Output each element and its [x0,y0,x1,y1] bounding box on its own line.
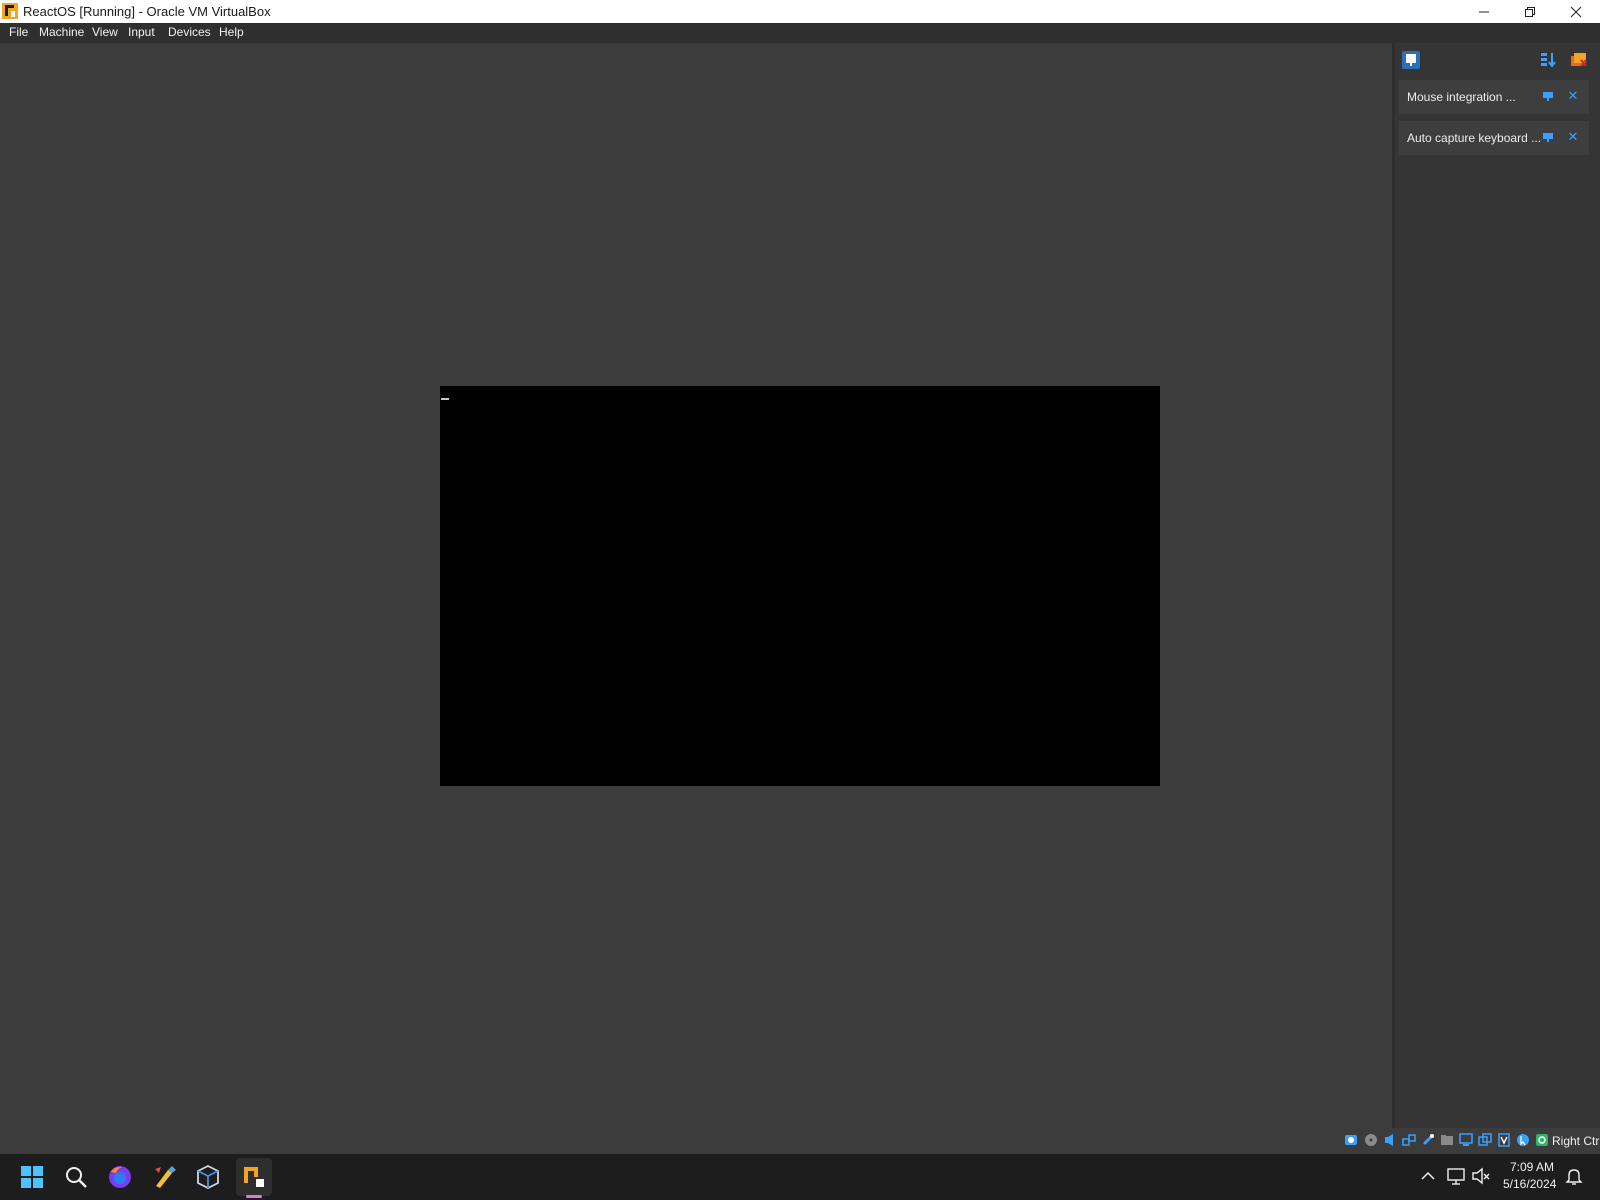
search-icon[interactable] [63,1164,89,1190]
close-icon[interactable]: ✕ [1566,130,1580,144]
menu-view[interactable]: View [92,25,118,39]
optical-disk-icon[interactable] [1364,1133,1378,1147]
virtualbox-vm-icon[interactable] [241,1164,267,1190]
keep-icon[interactable] [1542,131,1554,143]
paint-tool-icon[interactable] [152,1164,178,1190]
clock-time[interactable]: 7:09 AM [1510,1160,1554,1174]
minimize-icon [1479,11,1489,12]
taskbar: 7:09 AM 5/16/2024 [0,1154,1600,1200]
notification-text: Mouse integration ... [1407,90,1516,104]
virtualbox-icon[interactable] [195,1164,221,1190]
host-key-label[interactable]: Right Ctrl [1552,1134,1600,1148]
vt-x-icon[interactable] [1497,1133,1511,1147]
chevron-up-icon[interactable] [1418,1166,1438,1186]
notification-text: Auto capture keyboard ... [1407,131,1542,145]
vm-display[interactable] [440,386,1160,786]
virtualbox-vm-icon [2,3,18,19]
network-icon[interactable] [1402,1133,1416,1147]
hard-disk-icon[interactable] [1344,1133,1358,1147]
menu-file[interactable]: File [9,25,28,39]
start-icon[interactable] [19,1164,45,1190]
notification-bell-icon[interactable] [1564,1166,1584,1186]
notification-item[interactable]: Mouse integration ... ✕ [1399,80,1589,114]
vm-statusbar: Right Ctrl [0,1128,1600,1154]
minimize-button[interactable] [1461,0,1507,23]
mouse-integration-icon[interactable] [1516,1133,1530,1147]
text-cursor [441,398,449,400]
clock-date[interactable]: 5/16/2024 [1503,1177,1556,1191]
firefox-icon[interactable] [107,1164,133,1190]
notification-item[interactable]: Auto capture keyboard ... ✕ [1399,121,1589,155]
restore-icon [1525,6,1535,17]
menu-devices[interactable]: Devices [168,25,211,39]
active-app-indicator [246,1195,262,1198]
notification-center-panel [1395,43,1600,1128]
display-icon[interactable] [1459,1133,1473,1147]
keyboard-capture-icon[interactable] [1535,1133,1549,1147]
shared-folders-icon[interactable] [1440,1133,1454,1147]
close-icon[interactable]: ✕ [1566,89,1580,103]
volume-muted-icon[interactable] [1471,1166,1491,1186]
close-icon [1570,6,1582,17]
dismiss-all-icon[interactable] [1570,51,1588,69]
network-icon[interactable] [1446,1166,1466,1186]
menu-machine[interactable]: Machine [39,25,84,39]
sort-order-icon[interactable] [1539,51,1557,69]
audio-icon[interactable] [1383,1133,1397,1147]
close-button[interactable] [1553,0,1599,23]
video-capture-icon[interactable] [1478,1133,1492,1147]
menubar: File Machine View Input Devices Help [0,23,1600,43]
window-titlebar: ReactOS [Running] - Oracle VM VirtualBox [0,0,1600,23]
notification-center-icon[interactable] [1402,51,1420,69]
menu-input[interactable]: Input [128,25,155,39]
window-title: ReactOS [Running] - Oracle VM VirtualBox [23,4,271,19]
usb-icon[interactable] [1421,1133,1435,1147]
restore-button[interactable] [1507,0,1553,23]
keep-icon[interactable] [1542,90,1554,102]
menu-help[interactable]: Help [219,25,244,39]
